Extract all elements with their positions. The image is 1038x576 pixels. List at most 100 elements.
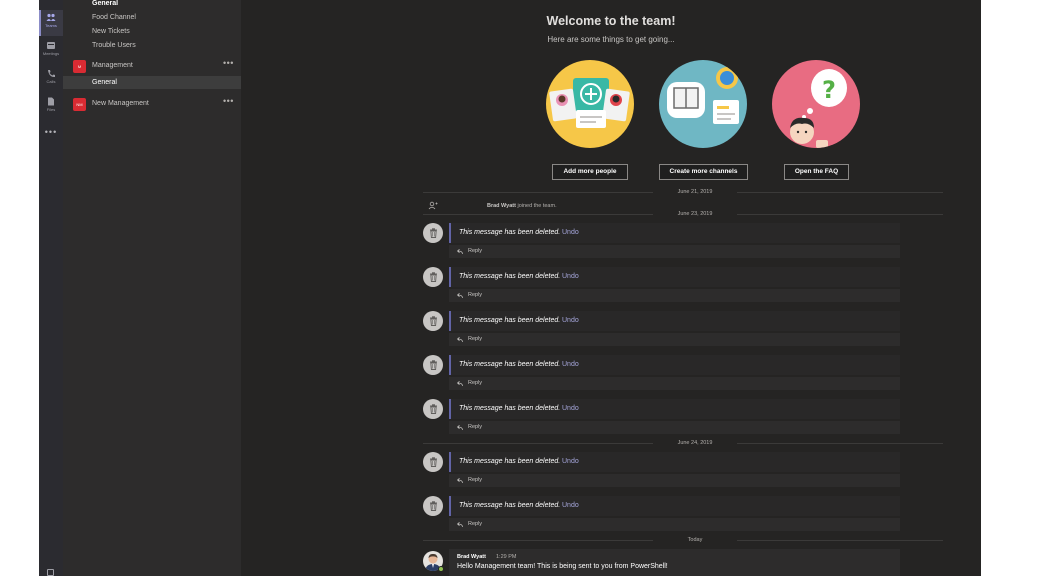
undo-link[interactable]: Undo [562,223,579,243]
message-card: This message has been deleted. Undo [449,496,900,516]
date-divider: Today [423,536,943,544]
message-timestamp: 1:29 PM [496,554,517,560]
message-author[interactable]: Brad Wyatt [457,554,486,560]
date-divider: June 24, 2019 [423,439,943,447]
message-thread: This message has been deleted. Undo Reply [423,311,940,347]
date-divider: June 21, 2019 [423,188,943,196]
open-faq-button[interactable]: Open the FAQ [784,164,849,180]
message-thread: Brad Wyatt 1:29 PM Hello Management team… [423,549,940,576]
channel-new-tickets[interactable]: New Tickets [63,25,241,38]
calls-icon [48,70,55,78]
teams-icon [46,13,56,21]
deleted-avatar [423,223,443,243]
reply-button[interactable]: Reply [449,474,900,487]
message-thread: This message has been deleted. Undo Reply [423,399,940,435]
channel-trouble-users[interactable]: Trouble Users [63,39,241,52]
deleted-message-text: This message has been deleted. [459,273,561,280]
team-name: Management [92,62,133,69]
channel-food-channel[interactable]: Food Channel [63,11,241,24]
files-icon [48,97,54,106]
team-name: New Management [92,100,149,107]
trash-icon [429,501,437,511]
reply-button[interactable]: Reply [449,377,900,390]
deleted-message-text: This message has been deleted. [459,229,561,236]
undo-link[interactable]: Undo [562,452,579,472]
svg-text:?: ? [822,76,836,104]
reply-button[interactable]: Reply [449,518,900,531]
app-rail: Teams Meetings Calls Files ••• [39,0,63,576]
channel-general[interactable]: General [63,0,241,10]
deleted-avatar [423,496,443,516]
welcome-subtitle: Here are some things to get going... [547,35,675,44]
conversation-pane: Welcome to the team! Here are some thing… [241,0,981,576]
message-thread: This message has been deleted. Undo Reply [423,223,940,259]
reply-button[interactable]: Reply [449,333,900,346]
deleted-avatar [423,311,443,331]
presence-available-icon [438,566,444,572]
team-avatar: NM [73,98,86,111]
rail-teams[interactable]: Teams [39,10,63,36]
reply-button[interactable]: Reply [449,245,900,258]
reply-label: Reply [468,292,483,298]
deleted-message-text: This message has been deleted. [459,502,561,509]
reply-label: Reply [468,248,483,254]
trash-icon [429,360,437,370]
team-management[interactable]: M Management ••• [63,57,241,75]
rail-meetings[interactable]: Meetings [39,38,63,64]
more-apps-icon[interactable]: ••• [39,127,63,137]
team-new-management[interactable]: NM New Management ••• [63,95,241,113]
deleted-avatar [423,355,443,375]
deleted-avatar [423,452,443,472]
message-card: This message has been deleted. Undo [449,223,900,243]
reply-icon [456,337,463,343]
reply-icon [456,522,463,528]
reply-label: Reply [468,424,483,430]
meetings-icon [47,42,55,49]
reply-button[interactable]: Reply [449,421,900,434]
reply-label: Reply [468,477,483,483]
add-more-people-button[interactable]: Add more people [552,164,628,180]
reply-icon [456,478,463,484]
message-thread: This message has been deleted. Undo Reply [423,267,940,303]
deleted-message-text: This message has been deleted. [459,405,561,412]
undo-link[interactable]: Undo [562,355,579,375]
reply-label: Reply [468,380,483,386]
rail-files[interactable]: Files [39,94,63,120]
message-card: This message has been deleted. Undo [449,399,900,419]
message-card: This message has been deleted. Undo [449,452,900,472]
rail-calls[interactable]: Calls [39,66,63,92]
undo-link[interactable]: Undo [562,311,579,331]
deleted-avatar [423,399,443,419]
deleted-message-text: This message has been deleted. [459,317,561,324]
message-card: This message has been deleted. Undo [449,267,900,287]
channel-management-general[interactable]: General [63,76,241,89]
reply-icon [456,249,463,255]
undo-link[interactable]: Undo [562,399,579,419]
message-thread: This message has been deleted. Undo Reply [423,496,940,532]
deleted-avatar [423,267,443,287]
more-options-icon[interactable]: ••• [223,92,234,110]
reply-icon [456,381,463,387]
reply-label: Reply [468,336,483,342]
trash-icon [429,316,437,326]
reply-icon [456,425,463,431]
date-divider: June 23, 2019 [423,210,943,218]
reply-icon [456,293,463,299]
message-body: Hello Management team! This is being sen… [457,563,668,570]
faq-illustration: ? [772,60,860,148]
create-channels-illustration [659,60,747,148]
more-options-icon[interactable]: ••• [223,54,234,72]
undo-link[interactable]: Undo [562,267,579,287]
create-more-channels-button[interactable]: Create more channels [659,164,748,180]
welcome-title: Welcome to the team! [546,14,676,28]
channel-panel: General Food Channel New Tickets Trouble… [63,0,241,576]
system-text: joined the team. [517,203,557,209]
trash-icon [429,272,437,282]
message-card[interactable]: Brad Wyatt 1:29 PM Hello Management team… [449,549,900,576]
help-icon[interactable] [47,569,54,576]
user-name[interactable]: Brad Wyatt [487,203,516,209]
deleted-message-text: This message has been deleted. [459,361,561,368]
undo-link[interactable]: Undo [562,496,579,516]
reply-button[interactable]: Reply [449,289,900,302]
trash-icon [429,228,437,238]
